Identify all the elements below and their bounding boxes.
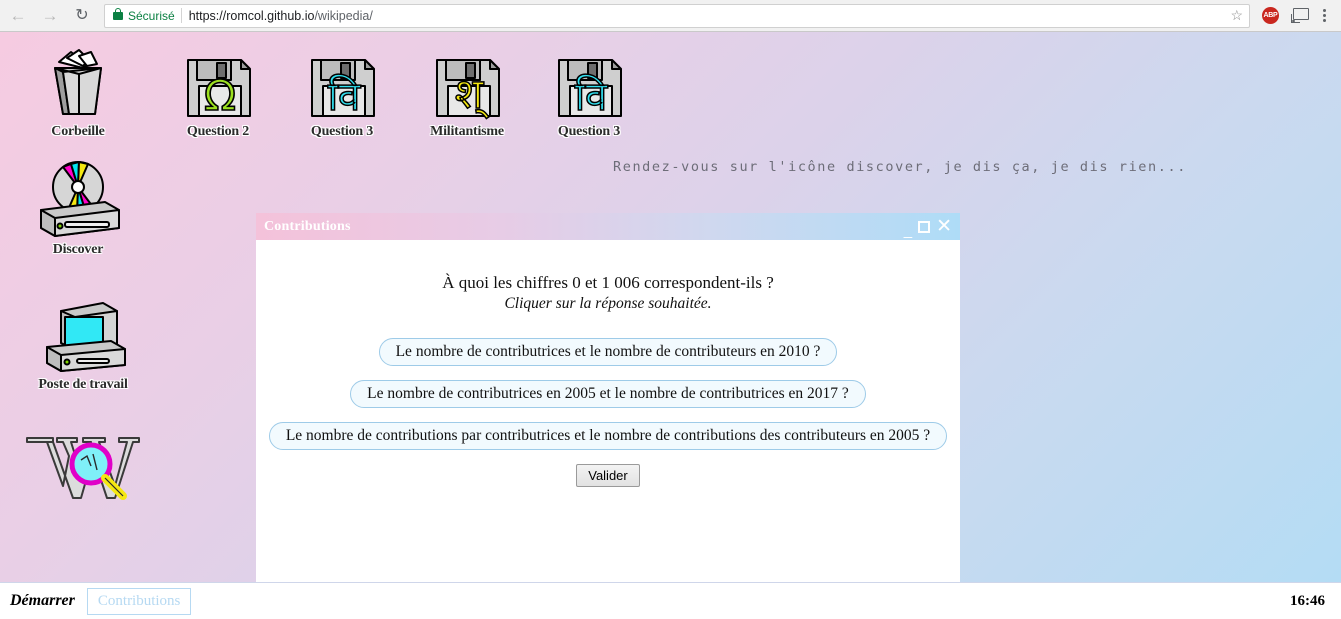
forward-arrow-icon[interactable]: →	[36, 2, 64, 30]
desktop-icon-label: Poste de travail	[38, 377, 128, 392]
close-icon[interactable]: ✕	[936, 217, 952, 236]
desktop-icon-discover[interactable]: Discover	[13, 161, 143, 258]
answer-row: Le nombre de contributrices en 2005 et l…	[256, 380, 960, 408]
desktop-icon-label: Corbeille	[51, 124, 105, 139]
instruction-text: Cliquer sur la réponse souhaitée.	[504, 295, 712, 312]
kebab-menu-icon[interactable]	[1315, 9, 1333, 22]
address-bar[interactable]: Sécurisé https://romcol.github.io/wikipe…	[104, 3, 1250, 28]
url-host: https://romcol.github.io	[188, 8, 315, 23]
answer-option-2[interactable]: Le nombre de contributrices en 2005 et l…	[350, 380, 866, 408]
answer-row: Le nombre de contributions par contribut…	[256, 422, 960, 450]
desktop-icon-label: Question 3	[557, 124, 621, 139]
desktop-icon-question-3-a[interactable]: वि Question 3	[277, 44, 407, 140]
bookmark-star-icon[interactable]: ☆	[1230, 7, 1243, 24]
window-body: À quoi les chiffres 0 et 1 006 correspon…	[256, 240, 960, 582]
omnibox-divider	[180, 8, 182, 23]
browser-toolbar: ← → ↻ Sécurisé https://romcol.github.io/…	[0, 0, 1341, 32]
floppy-glyph: Ω	[204, 71, 236, 120]
floppy-disk-icon: वि	[277, 44, 407, 122]
screen: ← → ↻ Sécurisé https://romcol.github.io/…	[0, 0, 1341, 619]
answer-option-3[interactable]: Le nombre de contributions par contribut…	[268, 422, 948, 450]
desktop-icon-label: Question 3	[310, 124, 374, 139]
floppy-disk-icon: श्	[402, 44, 532, 122]
maximize-icon[interactable]	[918, 220, 931, 233]
window-title: Contributions	[264, 218, 351, 234]
answer-row: Le nombre de contributrices et le nombre…	[256, 338, 960, 366]
taskbar-clock: 16:46	[1290, 592, 1325, 609]
wikipedia-search-icon	[16, 430, 146, 508]
back-arrow-icon[interactable]: ←	[4, 2, 32, 30]
url-path: /wikipedia/	[314, 8, 373, 23]
floppy-disk-icon: Ω	[153, 44, 283, 122]
adblock-plus-icon[interactable]: ABP	[1262, 7, 1279, 24]
taskbar-item-contributions[interactable]: Contributions	[86, 587, 192, 615]
lock-icon	[113, 7, 123, 20]
contributions-window: Contributions _ ✕ À quoi les chiffres 0 …	[256, 213, 960, 582]
answer-option-1[interactable]: Le nombre de contributrices et le nombre…	[378, 338, 838, 366]
floppy-glyph: वि	[328, 74, 361, 120]
cd-drive-icon	[13, 161, 143, 240]
validate-row: Valider	[256, 464, 960, 487]
desktop-banner-text: Rendez-vous sur l'icône discover, je dis…	[613, 159, 1187, 175]
desktop-icon-question-3-b[interactable]: वि Question 3	[524, 44, 654, 140]
answer-list: Le nombre de contributrices et le nombre…	[256, 338, 960, 450]
reload-icon[interactable]: ↻	[68, 2, 96, 30]
security-status-label: Sécurisé	[128, 8, 175, 23]
minimize-icon[interactable]: _	[904, 223, 912, 238]
desktop-icon-corbeille[interactable]: Corbeille	[13, 44, 143, 140]
cast-icon[interactable]	[1291, 8, 1309, 23]
taskbar: Démarrer Contributions 16:46	[0, 582, 1341, 619]
desktop-icon-militantisme[interactable]: श् Militantisme	[402, 44, 532, 140]
computer-icon	[18, 297, 148, 375]
window-controls: _ ✕	[904, 217, 956, 238]
desktop-icon-question-2[interactable]: Ω Question 2	[153, 44, 283, 140]
desktop-icon-poste-de-travail[interactable]: Poste de travail	[18, 297, 148, 393]
trash-bin-icon	[13, 44, 143, 122]
desktop-icon-label: Question 2	[186, 124, 250, 139]
desktop-icon-label: Militantisme	[430, 124, 504, 139]
desktop-icon-label: Discover	[52, 242, 104, 257]
desktop: Corbeille Ω Question 2 वि Question 3 श् …	[0, 32, 1341, 582]
url-text: https://romcol.github.io/wikipedia/	[189, 9, 373, 23]
window-titlebar[interactable]: Contributions _ ✕	[256, 213, 960, 240]
validate-button[interactable]: Valider	[576, 464, 640, 487]
desktop-icon-wikipedia-search[interactable]	[16, 430, 146, 510]
question-text: À quoi les chiffres 0 et 1 006 correspon…	[442, 273, 774, 292]
start-button[interactable]: Démarrer	[10, 592, 75, 610]
floppy-glyph: वि	[575, 74, 608, 120]
floppy-disk-icon: वि	[524, 44, 654, 122]
